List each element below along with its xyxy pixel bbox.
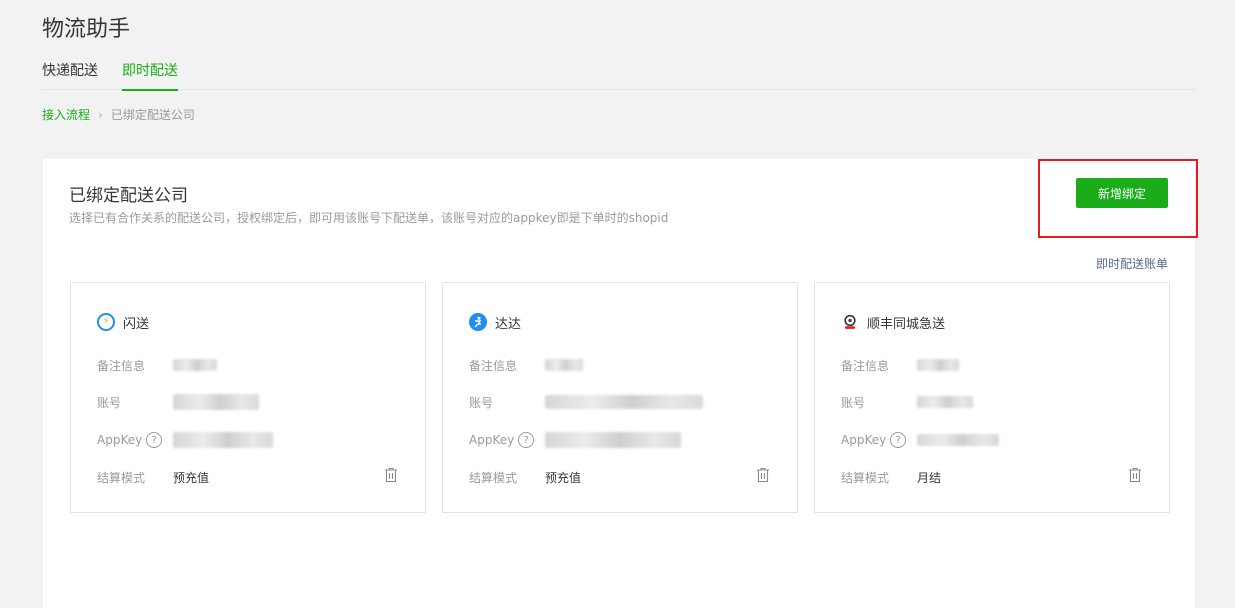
trash-icon[interactable] [384, 467, 398, 483]
panel-description: 选择已有合作关系的配送公司，授权绑定后，即可用该账号下配送单，该账号对应的app… [69, 211, 669, 225]
company-name: 达达 [495, 316, 522, 332]
settlement-label: 结算模式 [97, 470, 146, 485]
breadcrumb-link-process[interactable]: 接入流程 [42, 108, 90, 122]
account-label: 账号 [97, 395, 122, 410]
remark-label: 备注信息 [97, 358, 146, 373]
remark-label: 备注信息 [469, 358, 518, 373]
trash-icon[interactable] [756, 467, 770, 483]
add-binding-button[interactable]: 新增绑定 [1076, 178, 1168, 208]
bound-companies-panel: 已绑定配送公司 选择已有合作关系的配送公司，授权绑定后，即可用该账号下配送单，该… [43, 159, 1198, 608]
appkey-value-redacted [917, 434, 999, 446]
account-label: 账号 [469, 395, 494, 410]
company-card-dada: 达达 备注信息 账号 AppKey? 结算模式 预充值 [442, 282, 798, 513]
account-value-redacted [545, 395, 703, 409]
breadcrumb-current: 已绑定配送公司 [110, 108, 195, 122]
company-name: 闪送 [123, 316, 150, 332]
breadcrumb: 接入流程 › 已绑定配送公司 [42, 106, 195, 123]
sf-logo-icon [841, 313, 859, 331]
settlement-value: 月结 [917, 470, 942, 485]
appkey-label: AppKey [97, 433, 143, 447]
lightning-icon: ⚡ [97, 313, 115, 331]
account-value-redacted [917, 396, 973, 408]
account-value-redacted [173, 394, 259, 410]
remark-label: 备注信息 [841, 358, 890, 373]
courier-icon [469, 313, 487, 331]
appkey-value-redacted [173, 432, 273, 448]
account-label: 账号 [841, 395, 866, 410]
help-icon[interactable]: ? [146, 432, 163, 448]
remark-value-redacted [545, 359, 583, 371]
appkey-label: AppKey [469, 433, 515, 447]
company-card-shansong: ⚡ 闪送 备注信息 账号 AppKey? 结算模式 预充值 [70, 282, 426, 513]
company-name: 顺丰同城急送 [867, 316, 946, 332]
instant-delivery-bill-link[interactable]: 即时配送账单 [1096, 255, 1168, 272]
tab-instant[interactable]: 即时配送 [122, 61, 178, 91]
settlement-value: 预充值 [545, 470, 582, 485]
help-icon[interactable]: ? [890, 432, 907, 448]
appkey-label: AppKey [841, 433, 887, 447]
tab-express[interactable]: 快递配送 [42, 61, 98, 90]
help-icon[interactable]: ? [518, 432, 535, 448]
tab-bar: 快递配送 即时配送 [42, 61, 1196, 91]
settlement-label: 结算模式 [841, 470, 890, 485]
settlement-label: 结算模式 [469, 470, 518, 485]
company-card-sf: 顺丰同城急送 备注信息 账号 AppKey? 结算模式 月结 [814, 282, 1170, 513]
settlement-value: 预充值 [173, 470, 210, 485]
panel-title: 已绑定配送公司 [69, 186, 188, 206]
remark-value-redacted [917, 359, 959, 371]
appkey-value-redacted [545, 432, 681, 448]
trash-icon[interactable] [1128, 467, 1142, 483]
page-title: 物流助手 [42, 17, 131, 42]
chevron-right-icon: › [98, 108, 103, 122]
remark-value-redacted [173, 359, 217, 371]
